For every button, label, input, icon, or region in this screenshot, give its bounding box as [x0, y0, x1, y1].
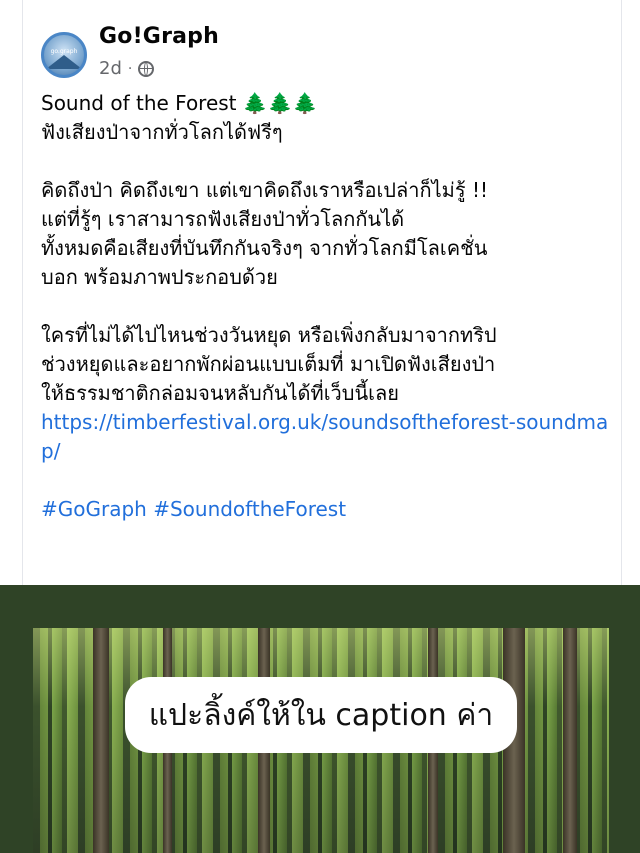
post-line: ใครที่ไม่ได้ไปไหนช่วงวันหยุด หรือเพิ่งกล…	[41, 323, 497, 347]
tree-trunk	[93, 628, 109, 853]
post-line: ให้ธรรมชาติกล่อมจนหลับกันได้ที่เว็บนี้เล…	[41, 381, 399, 405]
tree-emoji-icon: 🌲🌲🌲	[242, 91, 318, 115]
post-line: บอก พร้อมภาพประกอบด้วย	[41, 265, 278, 289]
avatar-mountain-graphic	[46, 55, 82, 69]
post-line: ช่วงหยุดและอยากพักผ่อนแบบเต็มที่ มาเปิดฟ…	[41, 352, 496, 376]
page-name[interactable]: Go!Graph	[99, 24, 219, 49]
post-title-line: Sound of the Forest 🌲🌲🌲	[41, 89, 611, 118]
post-timestamp[interactable]: 2d	[99, 58, 122, 79]
post-line: แต่ที่รู้ๆ เราสามารถฟังเสียงป่าทั่วโลกกั…	[41, 207, 405, 231]
globe-icon[interactable]	[138, 60, 155, 77]
post-line: ทั้งหมดคือเสียงที่บันทึกกันจริงๆ จากทั่ว…	[41, 236, 488, 260]
post-body: Sound of the Forest 🌲🌲🌲 ฟังเสียงป่าจากทั…	[41, 89, 611, 524]
post-line: คิดถึงป่า คิดถึงเขา แต่เขาคิดถึงเราหรือเ…	[41, 178, 488, 202]
image-caption-overlay: แปะลิ้งค์ให้ใน caption ค่า	[125, 677, 517, 753]
post-hashtags[interactable]: #GoGraph #SoundoftheForest	[41, 495, 611, 524]
avatar-logo-text: go.graph	[50, 48, 78, 55]
post-title: Sound of the Forest	[41, 91, 237, 115]
post-image-frame[interactable]: แปะลิ้งค์ให้ใน caption ค่า	[0, 585, 640, 853]
post-line: ฟังเสียงป่าจากทั่วโลกได้ฟรีๆ	[41, 120, 283, 144]
post-meta: 2d ·	[99, 58, 155, 79]
page-avatar[interactable]: go.graph	[41, 32, 87, 78]
forest-photo[interactable]: แปะลิ้งค์ให้ใน caption ค่า	[33, 628, 609, 853]
meta-separator: ·	[127, 60, 133, 77]
post-link[interactable]: https://timberfestival.org.uk/soundsofth…	[41, 408, 611, 466]
facebook-post-card: go.graph Go!Graph 2d · Sound of the Fore…	[22, 0, 622, 585]
tree-trunk	[563, 628, 577, 853]
